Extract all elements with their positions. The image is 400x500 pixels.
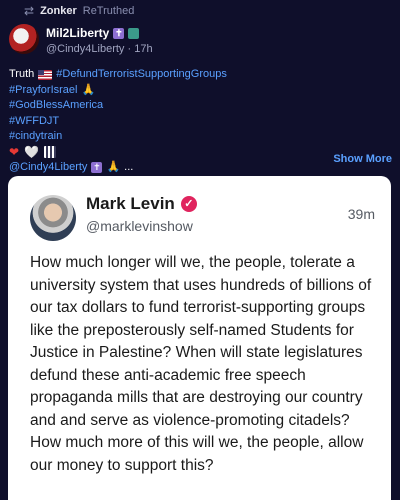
retruth-header: ⇄ Zonker ReTruthed <box>24 4 134 18</box>
praying-hands-emoji: 🙏 <box>106 161 121 173</box>
verified-badge-icon: ✓ <box>180 196 197 212</box>
hashtag-link[interactable]: #PrayforIsrael <box>9 83 77 99</box>
pattern-emoji <box>44 146 57 159</box>
embed-name[interactable]: Mark Levin <box>86 194 175 214</box>
poster-handle[interactable]: @Cindy4Liberty <box>46 43 124 55</box>
poster-info: Mil2Liberty ✝ @Cindy4Liberty · 17h <box>46 26 153 55</box>
hashtag-link[interactable]: #DefundTerroristSupportingGroups <box>56 67 227 83</box>
white-heart-emoji: 🤍 <box>24 144 41 159</box>
red-heart-emoji: ❤ <box>9 144 21 159</box>
hashtag-link[interactable]: #cindytrain <box>9 129 62 145</box>
latin-cross-emoji: ✝ <box>113 27 125 39</box>
hashtag-link[interactable]: #WFFDJT <box>9 114 59 130</box>
embed-body: How much longer will we, the people, tol… <box>30 254 372 474</box>
square-emoji <box>128 27 140 39</box>
embed-time: 39m <box>347 206 375 222</box>
latin-cross-emoji: ✝ <box>91 162 103 174</box>
praying-hands-emoji: 🙏 <box>81 83 96 96</box>
show-more-button[interactable]: Show More <box>333 153 392 165</box>
us-flag-emoji <box>38 69 53 80</box>
retruth-label: ReTruthed <box>82 5 135 17</box>
embed-avatar[interactable] <box>30 195 76 241</box>
hashtag-link[interactable]: #GodBlessAmerica <box>9 98 103 114</box>
post-prefix: Truth <box>9 68 35 80</box>
retruth-user[interactable]: Zonker <box>40 5 77 17</box>
embed-handle[interactable]: @marklevinshow <box>86 218 193 234</box>
post-text: Truth #DefundTerroristSupportingGroups #… <box>9 67 227 176</box>
retruth-icon: ⇄ <box>24 4 35 18</box>
post-time: 17h <box>134 43 153 55</box>
embedded-post-card[interactable]: Mark Levin ✓ @marklevinshow 39m How much… <box>8 176 391 500</box>
mention-link[interactable]: @Cindy4Liberty <box>9 160 87 176</box>
separator: · <box>127 43 132 55</box>
display-name[interactable]: Mil2Liberty <box>46 26 109 40</box>
ellipsis: ... <box>124 161 134 173</box>
avatar[interactable] <box>9 24 39 54</box>
